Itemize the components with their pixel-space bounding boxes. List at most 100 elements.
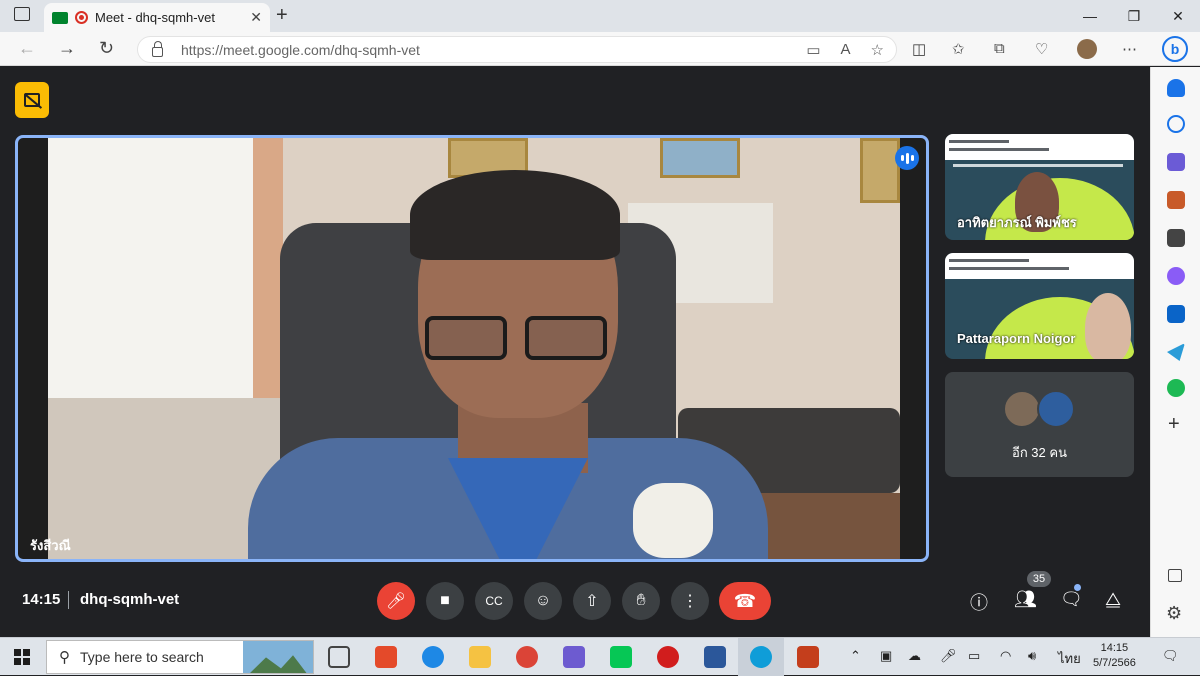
search-highlight-image [243,641,313,673]
chrome-icon[interactable] [516,646,538,668]
spotify-icon[interactable] [1167,379,1185,397]
split-screen-icon[interactable]: ◫ [912,40,926,58]
bing-copilot-icon[interactable]: b [1162,36,1188,62]
activities-icon[interactable]: ⧋ [1105,589,1121,610]
hangup-icon: ☎︎ [733,590,757,611]
captions-button[interactable]: CC [475,582,513,620]
tab-actions-icon[interactable] [14,7,30,21]
add-icon[interactable]: + [1168,413,1180,436]
chat-icon[interactable]: 🗨︎ [1060,589,1083,610]
back-icon[interactable]: ← [18,38,36,59]
store-icon[interactable] [375,646,397,668]
read-aloud-icon[interactable]: A [841,41,851,59]
windows-taskbar: ⚲ Type here to search ⌃ ▣ ☁ 🎤︎ ▭ ◠ 🔊︎ ไท… [0,637,1200,676]
people-icon[interactable]: 👥︎ [1014,589,1037,610]
tab-title: Meet - dhq-sqmh-vet [95,10,215,25]
meet-now-icon[interactable]: ▣ [880,648,892,664]
browser-tab-bar: Meet - dhq-sqmh-vet ✕ + — ❐ ✕ [0,0,1200,32]
present-screen-icon: ⇧ [585,593,599,610]
edge-icon[interactable] [750,646,772,668]
profile-avatar[interactable] [1077,39,1097,59]
speaking-indicator-icon [895,146,919,170]
microphone-icon[interactable]: 🎤︎ [940,648,957,664]
show-hidden-icons[interactable]: ⌃ [850,648,861,664]
close-window-button[interactable]: ✕ [1156,0,1200,32]
recording-icon [75,11,88,24]
internet-explorer-icon[interactable] [422,646,444,668]
tools-icon[interactable] [1167,191,1185,209]
notifications-icon[interactable] [1167,79,1185,97]
mic-toggle-button[interactable]: 🎤︎ [377,582,415,620]
notification-center-icon[interactable]: 🗨︎ [1162,648,1179,664]
tab-close-icon[interactable]: ✕ [250,9,262,26]
taskbar-clock[interactable]: 14:15 5/7/2566 [1093,641,1136,671]
hide-presentation-icon [24,93,40,107]
main-video-tile[interactable]: รังสีวณี [15,135,929,562]
telegram-icon[interactable] [1167,343,1185,361]
more-menu-icon[interactable]: ⋯ [1122,40,1137,58]
games-icon[interactable] [1167,229,1185,247]
raise-hand-button[interactable]: ✋︎ [622,582,660,620]
file-explorer-icon[interactable] [469,646,491,668]
leave-call-button[interactable]: ☎︎ [719,582,771,620]
muted-mic-icon: 🎙̸ [1107,148,1116,162]
url-field[interactable]: https://meet.google.com/ dhq-sqmh-vet ▭ … [137,36,897,63]
main-participant-name: รังสีวณี [30,538,71,553]
taskbar-search[interactable]: ⚲ Type here to search [46,640,314,674]
onedrive-icon[interactable]: ☁ [908,648,921,664]
muted-mic-icon: 🎙̸ [1107,267,1116,281]
taskbar-date: 5/7/2566 [1093,657,1136,669]
more-options-button[interactable]: ⋮ [671,582,709,620]
emoji-icon: ☺ [534,592,552,609]
presentation-toggle-button[interactable] [15,82,49,118]
participant-tile-2[interactable]: 🎙̸ Pattaraporn Noigor [945,253,1134,359]
input-language[interactable]: ไทย [1058,648,1081,669]
main-video-feed [48,138,900,559]
taskbar-time: 14:15 [1100,642,1129,654]
meeting-code: dhq-sqmh-vet [80,591,180,608]
camera-permission-icon[interactable]: ▭ [806,41,820,59]
wifi-icon[interactable]: ◠ [1000,648,1011,664]
participant-avatar [1037,390,1075,428]
powerpoint-icon[interactable] [797,646,819,668]
search-icon[interactable] [1167,115,1185,133]
copilot-icon[interactable] [563,646,585,668]
camera-icon: ■ [440,592,450,609]
meet-logo-icon [52,11,68,24]
refresh-icon[interactable]: ↻ [99,38,114,59]
reactions-button[interactable]: ☺ [524,582,562,620]
browser-essentials-icon[interactable]: ♡ [1035,40,1048,58]
word-icon[interactable] [704,646,726,668]
hand-icon: ✋︎ [636,592,646,609]
present-button[interactable]: ⇧ [573,582,611,620]
new-tab-button[interactable]: + [276,4,288,27]
search-placeholder: Type here to search [80,649,204,665]
more-participants-tile[interactable]: อีก 32 คน [945,372,1134,477]
settings-gear-icon[interactable]: ⚙ [1166,603,1182,624]
windows-start-icon[interactable] [14,649,30,665]
battery-icon[interactable]: ▭ [968,648,980,664]
forward-icon[interactable]: → [58,38,76,59]
favorite-star-icon[interactable]: ☆ [871,41,884,59]
meeting-clock: 14:15 [22,591,61,608]
captions-icon: CC [485,594,503,608]
opera-icon[interactable] [657,646,679,668]
maximize-button[interactable]: ❐ [1112,0,1156,32]
minimize-button[interactable]: — [1068,0,1112,32]
volume-icon[interactable]: 🔊︎ [1028,648,1036,664]
line-icon[interactable] [610,646,632,668]
collections-icon[interactable]: ⧉ [994,40,1005,57]
task-view-icon[interactable] [328,646,350,668]
url-host: https://meet.google.com/ [181,41,335,58]
participant-tile-1[interactable]: 🎙̸ อาทิตยาภรณ์ พิมพ์ชร [945,134,1134,240]
microsoft365-icon[interactable] [1167,267,1185,285]
camera-toggle-button[interactable]: ■ [426,582,464,620]
shopping-icon[interactable] [1167,153,1185,171]
chat-notification-dot [1074,584,1081,591]
tab-meet[interactable]: Meet - dhq-sqmh-vet ✕ [44,3,270,32]
meeting-info-icon[interactable]: ⓘ [970,589,988,615]
favorites-icon[interactable]: ✩ [952,40,965,58]
hide-sidebar-icon[interactable] [1168,569,1182,582]
mic-off-icon: 🎤︎ [385,593,407,610]
outlook-icon[interactable] [1167,305,1185,323]
